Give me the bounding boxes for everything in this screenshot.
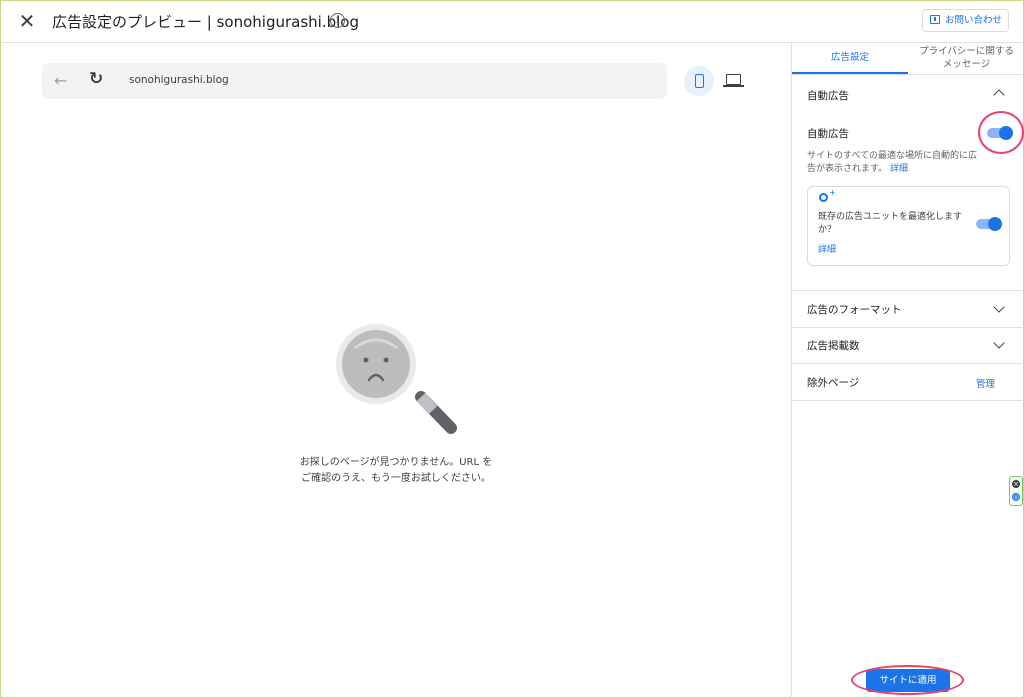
not-found-message: お探しのページが見つかりません。URL を ご確認のうえ、もう一度お試しください… <box>280 455 512 487</box>
auto-ads-description: サイトのすべての最適な場所に自動的に広告が表示されます。 詳細 <box>807 150 982 176</box>
preview-url: sonohigurashi.blog <box>129 74 229 86</box>
not-found-line-2: ご確認のうえ、もう一度お試しください。 <box>301 473 491 484</box>
chevron-up-icon[interactable] <box>993 89 1005 101</box>
sad-magnifier-illustration <box>336 324 457 434</box>
section-divider <box>792 363 1024 364</box>
auto-optimize-icon <box>819 188 836 202</box>
optimize-detail-link[interactable]: 詳細 <box>818 242 836 255</box>
page-title: 広告設定のプレビュー | sonohigurashi.blog <box>52 13 359 31</box>
extension-icon[interactable]: ◎ <box>1012 493 1020 501</box>
info-icon[interactable]: i <box>330 13 345 28</box>
manage-link[interactable]: 管理 <box>976 376 995 390</box>
chevron-down-icon[interactable] <box>993 337 1005 349</box>
laptop-device-icon[interactable] <box>723 74 744 87</box>
optimize-units-card: 既存の広告ユニットを最適化しますか？ 詳細 <box>807 186 1010 266</box>
highlight-ring <box>978 111 1024 154</box>
contact-button[interactable]: お問い合わせ <box>922 9 1009 32</box>
tab-ad-settings[interactable]: 広告設定 <box>792 43 908 74</box>
optimize-units-text: 既存の広告ユニットを最適化しますか？ <box>818 212 963 235</box>
feedback-icon <box>930 15 940 24</box>
tabs-divider <box>792 74 1024 75</box>
extension-widget: × ◎ <box>1009 476 1023 506</box>
auto-ads-toggle-label: 自動広告 <box>807 128 849 140</box>
close-circle-icon[interactable]: × <box>1012 480 1020 488</box>
section-divider <box>792 400 1024 401</box>
ad-load-section-title[interactable]: 広告掲載数 <box>807 338 860 353</box>
optimize-units-toggle[interactable] <box>976 217 1002 231</box>
top-bar: ✕ 広告設定のプレビュー | sonohigurashi.blog i お問い合… <box>0 0 1024 43</box>
section-divider <box>792 290 1024 291</box>
back-arrow-icon[interactable]: ← <box>54 71 67 90</box>
auto-ads-detail-link[interactable]: 詳細 <box>890 164 908 174</box>
close-icon[interactable]: ✕ <box>16 10 38 32</box>
mobile-device-icon[interactable] <box>684 66 714 96</box>
tab-privacy-line-2: メッセージ <box>942 59 991 70</box>
tab-privacy-line-1: プライバシーに関する <box>919 46 1014 57</box>
highlight-ring <box>851 665 964 695</box>
not-found-line-1: お探しのページが見つかりません。URL を <box>299 457 493 468</box>
tab-privacy-messages[interactable]: プライバシーに関する メッセージ <box>908 43 1024 72</box>
contact-label: お問い合わせ <box>945 15 1003 26</box>
auto-ads-section-title[interactable]: 自動広告 <box>807 88 849 103</box>
chevron-down-icon[interactable] <box>993 301 1005 313</box>
excluded-pages-title: 除外ページ <box>807 377 860 389</box>
preview-url-bar: ← ↻ sonohigurashi.blog <box>42 63 667 99</box>
section-divider <box>792 327 1024 328</box>
settings-panel: 広告設定 プライバシーに関する メッセージ 自動広告 自動広告 サイトのすべての… <box>791 43 1024 698</box>
reload-icon[interactable]: ↻ <box>89 69 103 89</box>
ad-formats-section-title[interactable]: 広告のフォーマット <box>807 302 902 317</box>
